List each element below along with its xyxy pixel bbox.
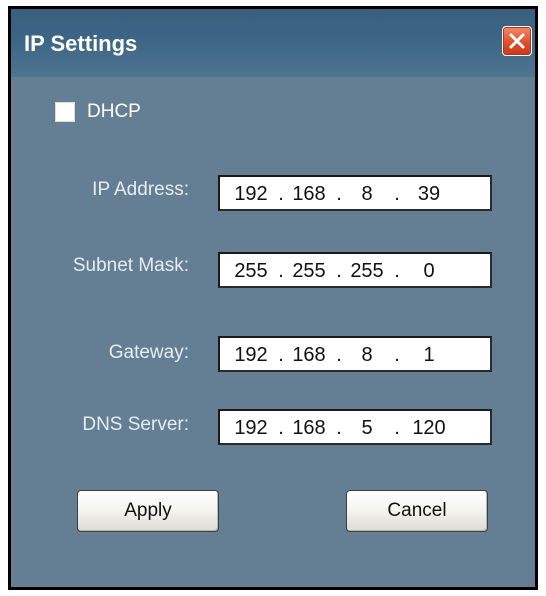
subnet-mask-octet-2[interactable]: 255 bbox=[286, 260, 332, 283]
dns-server-octet-2[interactable]: 168 bbox=[286, 417, 332, 440]
octet-separator: . bbox=[394, 260, 400, 282]
dhcp-label[interactable]: DHCP bbox=[87, 101, 141, 123]
ip-address-octet-3[interactable]: 8 bbox=[344, 183, 390, 206]
octet-separator: . bbox=[336, 344, 342, 366]
subnet-mask-field[interactable]: 255 . 255 . 255 . 0 bbox=[218, 252, 492, 288]
octet-separator: . bbox=[336, 260, 342, 282]
ip-address-octet-2[interactable]: 168 bbox=[286, 183, 332, 206]
apply-button[interactable]: Apply bbox=[77, 490, 219, 532]
dns-server-label: DNS Server: bbox=[82, 414, 189, 435]
ip-address-octet-4[interactable]: 39 bbox=[406, 183, 452, 206]
dialog-body: IP Settings DHCP IP Address: 192 . 168 .… bbox=[11, 9, 535, 587]
ip-address-label: IP Address: bbox=[92, 179, 189, 200]
dns-server-field[interactable]: 192 . 168 . 5 . 120 bbox=[218, 409, 492, 445]
ip-address-field[interactable]: 192 . 168 . 8 . 39 bbox=[218, 175, 492, 211]
dns-server-octet-4[interactable]: 120 bbox=[406, 417, 452, 440]
octet-separator: . bbox=[394, 183, 400, 205]
gateway-octet-3[interactable]: 8 bbox=[344, 344, 390, 367]
ip-settings-window: IP Settings DHCP IP Address: 192 . 168 .… bbox=[8, 6, 538, 590]
octet-separator: . bbox=[278, 344, 284, 366]
close-icon bbox=[509, 33, 525, 49]
octet-separator: . bbox=[278, 183, 284, 205]
octet-separator: . bbox=[336, 183, 342, 205]
octet-separator: . bbox=[394, 344, 400, 366]
gateway-label: Gateway: bbox=[108, 342, 189, 363]
subnet-mask-octet-1[interactable]: 255 bbox=[228, 260, 274, 283]
octet-separator: . bbox=[278, 260, 284, 282]
cancel-button[interactable]: Cancel bbox=[346, 490, 488, 532]
title-bar[interactable]: IP Settings bbox=[11, 9, 535, 77]
octet-separator: . bbox=[394, 417, 400, 439]
gateway-octet-2[interactable]: 168 bbox=[286, 344, 332, 367]
subnet-mask-label: Subnet Mask: bbox=[72, 255, 189, 276]
close-button[interactable] bbox=[502, 26, 532, 56]
dns-server-octet-1[interactable]: 192 bbox=[228, 417, 274, 440]
ip-address-octet-1[interactable]: 192 bbox=[228, 183, 274, 206]
subnet-mask-octet-3[interactable]: 255 bbox=[344, 260, 390, 283]
gateway-field[interactable]: 192 . 168 . 8 . 1 bbox=[218, 336, 492, 372]
dns-server-octet-3[interactable]: 5 bbox=[344, 417, 390, 440]
octet-separator: . bbox=[278, 417, 284, 439]
subnet-mask-octet-4[interactable]: 0 bbox=[406, 260, 452, 283]
window-title: IP Settings bbox=[24, 31, 138, 56]
dhcp-checkbox[interactable] bbox=[55, 102, 75, 122]
gateway-octet-1[interactable]: 192 bbox=[228, 344, 274, 367]
octet-separator: . bbox=[336, 417, 342, 439]
gateway-octet-4[interactable]: 1 bbox=[406, 344, 452, 367]
